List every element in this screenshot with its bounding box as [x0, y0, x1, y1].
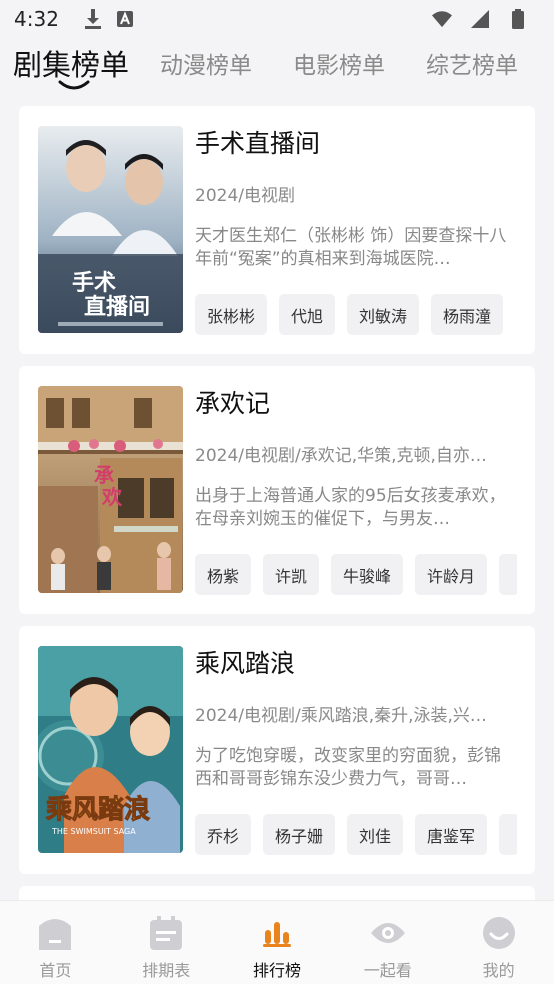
- svg-text:承: 承: [94, 463, 114, 487]
- svg-text:直播间: 直播间: [84, 294, 150, 320]
- show-description: 天才医生郑仁（张彬彬 饰）因要查探十八年前“冤案”的真相来到海城医院…: [195, 226, 507, 269]
- cast-tag[interactable]: 代旭: [279, 294, 336, 335]
- active-tab-indicator: [58, 80, 90, 90]
- show-card[interactable]: 承 欢 承欢记 2024/电视剧/承欢记,华策,克顿,自亦… 出身于上海普通人家…: [19, 366, 535, 614]
- nav-label: 排行榜: [252, 961, 301, 980]
- svg-text:乘风踏浪: 乘风踏浪: [45, 794, 150, 825]
- tab-drama-ranking[interactable]: 剧集榜单: [13, 42, 129, 84]
- cast-tag[interactable]: 乔杉: [195, 814, 252, 855]
- battery-icon: [508, 9, 528, 29]
- show-meta: 2024/电视剧/乘风踏浪,秦升,泳装,兴…: [195, 706, 487, 726]
- poster-image[interactable]: 承 欢: [38, 386, 183, 593]
- tab-anime-ranking[interactable]: 动漫榜单: [160, 46, 252, 80]
- schedule-icon: [148, 915, 184, 951]
- show-meta: 2024/电视剧/承欢记,华策,克顿,自亦…: [195, 446, 487, 466]
- ranking-icon: [259, 915, 295, 951]
- profile-icon: [481, 915, 517, 951]
- tab-movie-ranking[interactable]: 电影榜单: [293, 46, 385, 80]
- nav-label: 我的: [482, 961, 515, 980]
- cast-tag[interactable]: 杨紫: [195, 554, 252, 595]
- nav-home[interactable]: 首页: [0, 901, 111, 984]
- cast-tags: 杨紫 许凯 牛骏峰 许龄月: [195, 554, 517, 596]
- home-icon: [37, 915, 73, 951]
- tab-variety-ranking[interactable]: 综艺榜单: [426, 46, 518, 80]
- cast-tag[interactable]: 牛骏峰: [331, 554, 404, 595]
- nav-profile[interactable]: 我的: [443, 901, 554, 984]
- nav-label: 排期表: [142, 961, 191, 980]
- cast-tag[interactable]: 张彬彬: [195, 294, 268, 335]
- signal-icon: [470, 9, 490, 29]
- show-meta: 2024/电视剧: [195, 186, 295, 206]
- nav-watch-together[interactable]: 一起看: [332, 901, 443, 984]
- poster-image[interactable]: 乘风踏浪 THE SWIMSUIT SAGA: [38, 646, 183, 853]
- cast-tag[interactable]: 唐鉴军: [415, 814, 488, 855]
- show-title[interactable]: 手术直播间: [195, 124, 320, 160]
- show-description: 出身于上海普通人家的95后女孩麦承欢，在母亲刘婉玉的催促下，与男友…: [195, 486, 506, 529]
- cast-tags: 张彬彬 代旭 刘敏涛 杨雨潼: [195, 294, 517, 336]
- download-icon: [83, 9, 103, 29]
- cast-tag[interactable]: 刘敏涛: [347, 294, 420, 335]
- a-box-icon: [115, 9, 135, 29]
- svg-text:THE SWIMSUIT SAGA: THE SWIMSUIT SAGA: [51, 827, 136, 836]
- show-title[interactable]: 乘风踏浪: [195, 644, 295, 680]
- nav-ranking[interactable]: 排行榜: [222, 901, 333, 984]
- status-time: 4:32: [14, 7, 59, 31]
- nav-schedule[interactable]: 排期表: [111, 901, 222, 984]
- nav-label: 一起看: [363, 961, 412, 980]
- cast-tags: 乔杉 杨子姗 刘佳 唐鉴军: [195, 814, 517, 856]
- show-card[interactable]: 手术 直播间 手术直播间 2024/电视剧 天才医生郑仁（张彬彬 饰）因要查探十…: [19, 106, 535, 354]
- status-bar: 4:32: [0, 0, 554, 38]
- show-card[interactable]: 乘风踏浪 THE SWIMSUIT SAGA 乘风踏浪 2024/电视剧/乘风踏…: [19, 626, 535, 874]
- show-description: 为了吃饱穿暖，改变家里的穷面貌，彭锦西和哥哥彭锦东没少费力气，哥哥…: [195, 746, 501, 789]
- eye-icon: [370, 915, 406, 951]
- nav-label: 首页: [39, 961, 72, 980]
- cast-tag[interactable]: 杨雨潼: [431, 294, 504, 335]
- bottom-nav: 首页 排期表 排行榜 一起看 我的: [0, 900, 554, 984]
- wifi-icon: [432, 9, 452, 29]
- poster-image[interactable]: 手术 直播间: [38, 126, 183, 333]
- cast-tag-more[interactable]: [499, 554, 517, 595]
- cast-tag[interactable]: 许龄月: [415, 554, 488, 595]
- cast-tag[interactable]: 杨子姗: [263, 814, 336, 855]
- cast-tag-more[interactable]: [499, 814, 517, 855]
- show-title[interactable]: 承欢记: [195, 384, 270, 420]
- svg-text:手术: 手术: [72, 270, 116, 296]
- cast-tag[interactable]: 刘佳: [347, 814, 404, 855]
- svg-text:欢: 欢: [101, 485, 123, 509]
- cast-tag[interactable]: 许凯: [263, 554, 320, 595]
